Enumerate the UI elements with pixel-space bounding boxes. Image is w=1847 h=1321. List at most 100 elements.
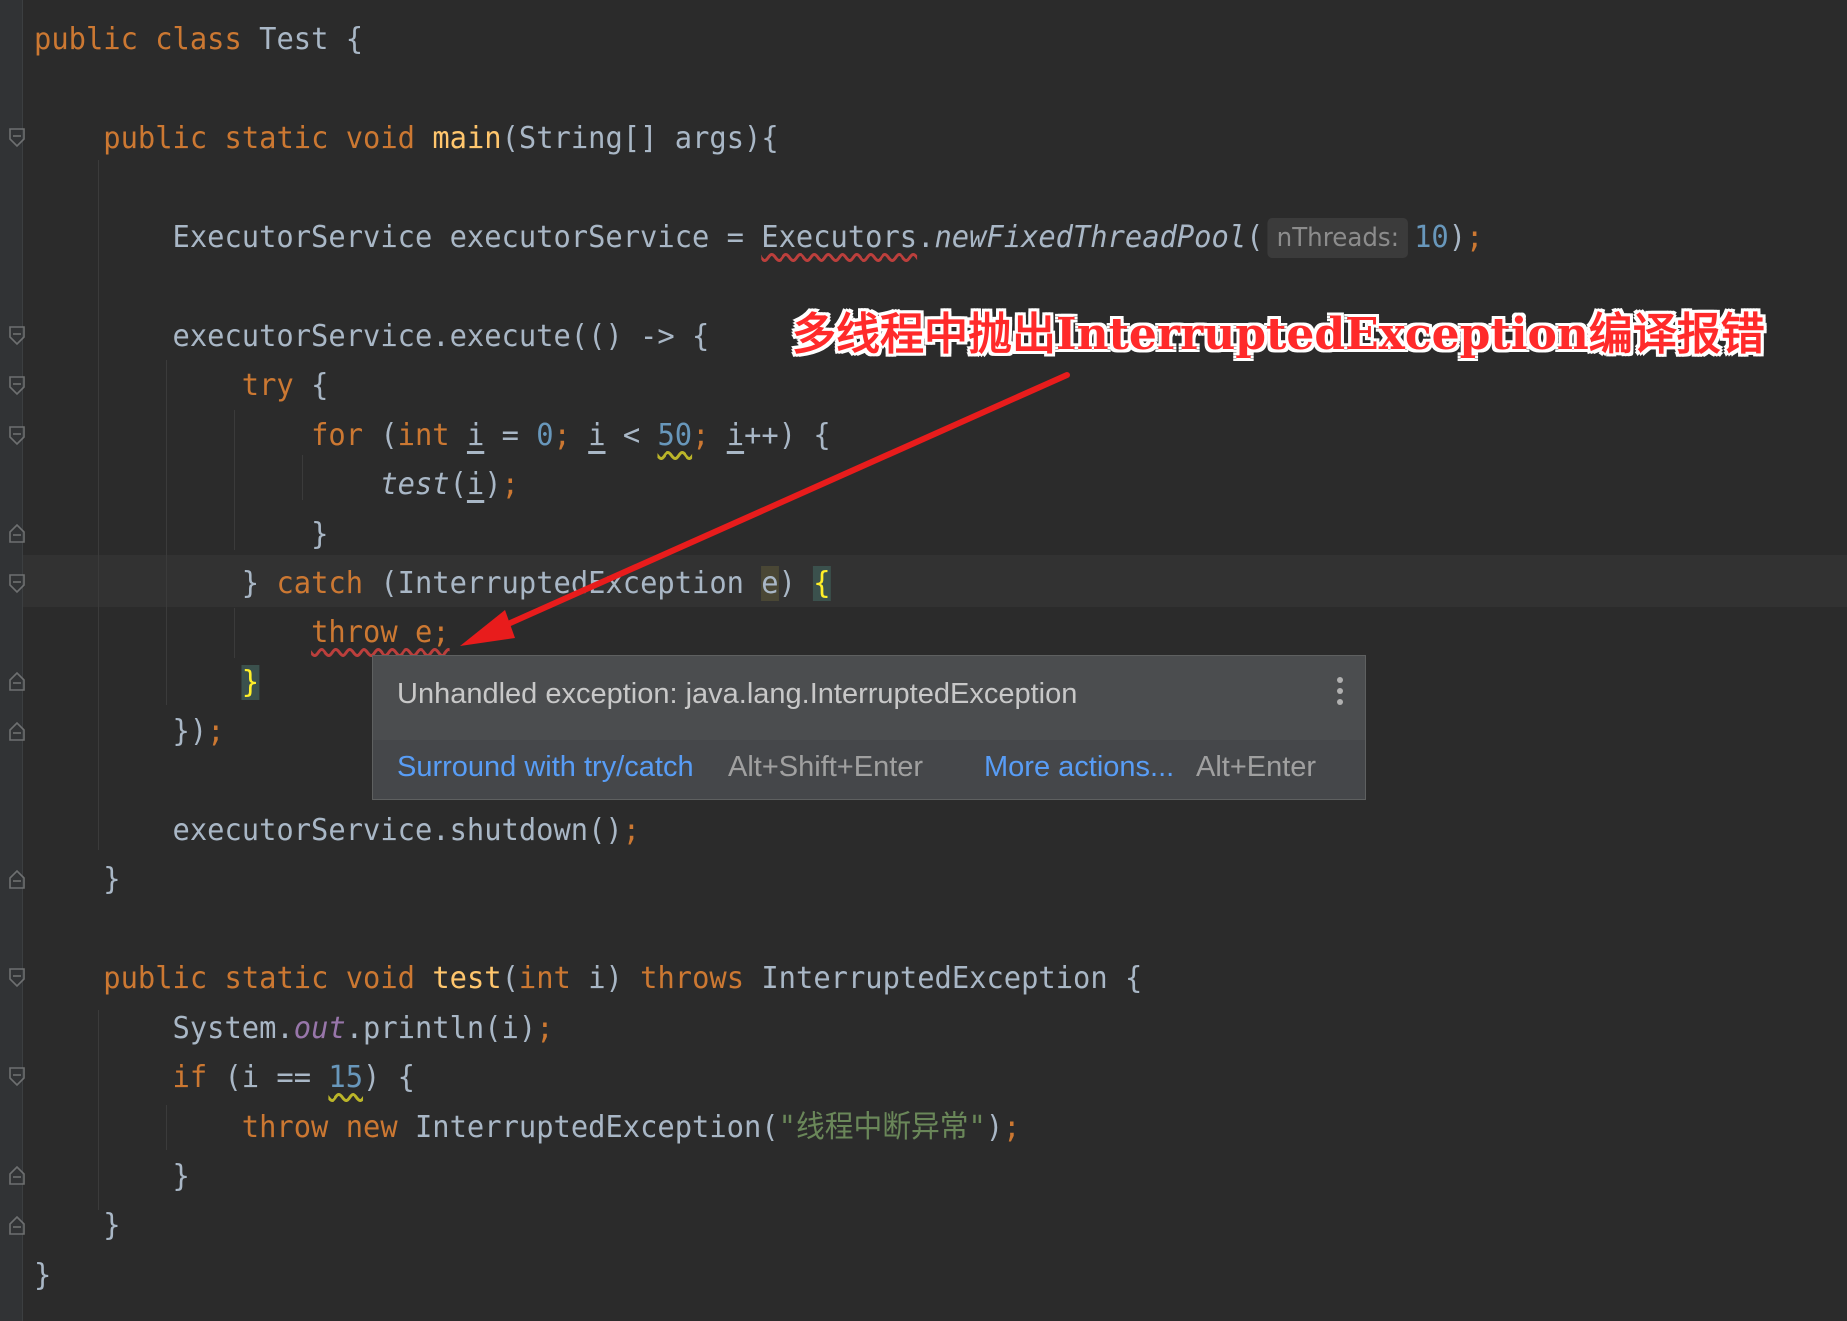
keyword: if	[172, 1060, 208, 1095]
number: 0	[536, 418, 554, 453]
punct: <	[605, 418, 658, 453]
punct: ++) {	[744, 418, 831, 453]
keyword: throw	[241, 1110, 329, 1145]
fold-arrow-icon[interactable]	[8, 325, 26, 347]
keyword: try	[241, 368, 294, 403]
code-line[interactable]: for (int i = 0; i < 50; i++) {	[34, 411, 831, 460]
keyword: class	[155, 22, 242, 57]
surround-try-catch-link[interactable]: Surround with try/catch	[397, 751, 694, 784]
code-line[interactable]: if (i == 15) {	[34, 1053, 415, 1102]
method-call: test	[380, 467, 450, 502]
fold-end-icon[interactable]	[8, 1164, 26, 1186]
method-call: .println(i)	[345, 1011, 537, 1046]
keyword: public	[103, 121, 208, 156]
static-field: out	[293, 1011, 346, 1046]
number: 15	[328, 1060, 364, 1095]
constructor: InterruptedException(	[397, 1110, 779, 1145]
fold-end-icon[interactable]	[8, 670, 26, 692]
static-method: newFixedThreadPool	[934, 220, 1247, 255]
fold-end-icon[interactable]	[8, 522, 26, 544]
code-line[interactable]: System.out.println(i);	[34, 1004, 554, 1053]
code-line[interactable]: try {	[34, 361, 329, 410]
code-line[interactable]: test(i);	[34, 460, 519, 509]
code-line[interactable]: }	[34, 1251, 51, 1300]
punct: ;	[692, 418, 727, 453]
semicolon: ;	[1466, 220, 1484, 255]
paren: )	[484, 467, 502, 502]
brace: }	[172, 1159, 190, 1194]
semicolon: ;	[207, 714, 225, 749]
paren: (	[501, 961, 519, 996]
brace: {	[813, 566, 831, 601]
keyword: for	[311, 418, 364, 453]
paren: (	[1246, 220, 1264, 255]
fold-arrow-icon[interactable]	[8, 1066, 26, 1088]
variable: i	[466, 418, 485, 453]
code-line[interactable]: }	[34, 1152, 190, 1201]
code-line[interactable]: }	[34, 510, 328, 559]
keyword: new	[345, 1110, 398, 1145]
params: i)	[570, 961, 641, 996]
shortcut-label: Alt+Enter	[1196, 751, 1317, 783]
brace: ) {	[363, 1060, 415, 1095]
fold-end-icon[interactable]	[8, 868, 26, 890]
fold-end-icon[interactable]	[8, 720, 26, 742]
class-ref: System.	[172, 1011, 294, 1046]
brace: }	[241, 566, 277, 601]
keyword: catch	[276, 566, 364, 601]
fold-end-icon[interactable]	[8, 1214, 26, 1236]
error-message: Unhandled exception: java.lang.Interrupt…	[397, 678, 1078, 710]
more-vertical-icon[interactable]	[1333, 674, 1347, 708]
keyword: public	[103, 961, 208, 996]
semicolon: ;	[536, 1011, 554, 1046]
code-line[interactable]: public class Test {	[34, 15, 363, 64]
number: 10	[1414, 220, 1449, 255]
more-actions-link[interactable]: More actions...	[984, 751, 1174, 784]
code-line[interactable]: } catch (InterruptedException e) {	[34, 559, 831, 608]
variable: i	[726, 418, 745, 453]
paren: )	[778, 566, 814, 601]
error-tooltip: Unhandled exception: java.lang.Interrupt…	[372, 655, 1366, 800]
code-line[interactable]: });	[34, 707, 225, 756]
method-name: main	[432, 121, 502, 156]
condition: (i ==	[207, 1060, 329, 1095]
punct: ;	[553, 418, 589, 453]
code-line[interactable]: ExecutorService executorService = Execut…	[34, 213, 1483, 262]
code-line[interactable]: executorService.shutdown();	[34, 806, 641, 855]
fold-arrow-icon[interactable]	[8, 425, 26, 447]
fold-arrow-icon[interactable]	[8, 573, 26, 595]
shortcut-label: Alt+Shift+Enter	[728, 751, 924, 783]
class-ref: Executors	[761, 220, 918, 255]
method-name: test	[432, 961, 502, 996]
brace: {	[293, 368, 329, 403]
statement: executorService.execute(() -> {	[172, 319, 710, 354]
declaration: ExecutorService executorService =	[172, 220, 762, 255]
brace: {	[345, 22, 364, 57]
code-line[interactable]: throw e;	[34, 608, 450, 657]
punct: (	[363, 418, 398, 453]
variable: e	[761, 566, 779, 601]
fold-arrow-icon[interactable]	[8, 967, 26, 989]
keyword: public	[34, 22, 138, 57]
class-name: Test	[259, 22, 329, 57]
code-line[interactable]: }	[34, 1201, 121, 1250]
quick-fix-bar: Surround with try/catch Alt+Shift+Enter …	[373, 740, 1365, 799]
fold-arrow-icon[interactable]	[8, 127, 26, 149]
punct: =	[484, 418, 537, 453]
keyword: static	[224, 961, 329, 996]
code-line[interactable]: public static void main(String[] args){	[34, 114, 778, 163]
code-line[interactable]: public static void test(int i) throws In…	[34, 954, 1142, 1003]
brace: }	[103, 1208, 121, 1243]
error-statement: throw e;	[311, 615, 450, 650]
code-line[interactable]: }	[34, 855, 120, 904]
editor-gutter	[0, 0, 23, 1321]
parameter-hint: nThreads:	[1267, 218, 1409, 258]
code-line[interactable]: executorService.execute(() -> {	[34, 312, 710, 361]
keyword: int	[518, 961, 571, 996]
statement: executorService.shutdown()	[172, 813, 623, 848]
fold-arrow-icon[interactable]	[8, 375, 26, 397]
semicolon: ;	[1003, 1110, 1021, 1145]
code-line[interactable]: }	[34, 658, 260, 707]
code-line[interactable]: throw new InterruptedException("线程中断异常")…	[34, 1103, 1021, 1152]
